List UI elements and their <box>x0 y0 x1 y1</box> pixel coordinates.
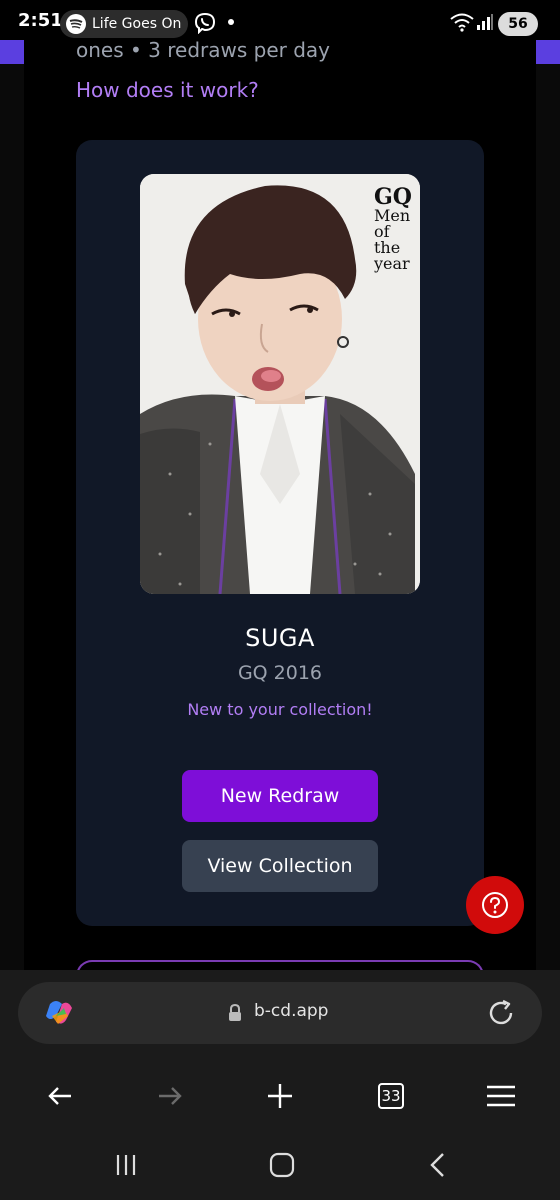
photocard-image: GQ Men of the year <box>140 174 420 594</box>
side-gutter-left <box>0 64 24 970</box>
lock-icon <box>228 1003 242 1026</box>
card-member-name: SUGA <box>245 624 315 652</box>
new-to-collection-badge: New to your collection! <box>187 700 373 719</box>
status-time: 2:51 <box>18 10 63 31</box>
notification-dot <box>228 19 234 25</box>
card-era: GQ 2016 <box>237 662 323 684</box>
chevron-left-icon <box>430 1153 444 1177</box>
draw-result-card: GQ Men of the year SUGA GQ 2016 New to y… <box>76 140 484 926</box>
how-it-works-link[interactable]: How does it work? <box>76 78 259 102</box>
media-notification-pill[interactable]: Life Goes On <box>60 10 188 38</box>
forward-button[interactable] <box>150 1076 190 1116</box>
url-text: b-cd.app <box>254 1001 329 1021</box>
address-bar[interactable]: b-cd.app <box>18 982 542 1044</box>
redraw-info-text: ones • 3 redraws per day <box>76 38 330 62</box>
side-gutter-right <box>536 64 560 970</box>
edge-strip-left <box>0 40 24 64</box>
arrow-right-icon <box>159 1087 182 1105</box>
question-icon <box>482 892 508 918</box>
viber-icon <box>194 12 216 35</box>
home-icon <box>269 1152 295 1178</box>
arrow-left-icon <box>48 1087 71 1105</box>
battery-indicator: 56 <box>498 12 538 36</box>
back-button[interactable] <box>40 1076 80 1116</box>
new-redraw-button[interactable]: New Redraw <box>182 770 378 822</box>
tabs-count: 33 <box>378 1083 404 1109</box>
browser-toolbar: b-cd.app 33 <box>0 970 560 1130</box>
system-back-button[interactable] <box>418 1148 458 1182</box>
new-tab-button[interactable] <box>260 1076 300 1116</box>
home-button[interactable] <box>262 1148 302 1182</box>
magazine-logo: GQ Men of the year <box>374 186 418 272</box>
help-button[interactable] <box>466 876 524 934</box>
media-title: Life Goes On <box>92 16 182 32</box>
plus-icon <box>268 1084 292 1108</box>
status-bar: 2:51 Life Goes On 56 <box>0 0 560 40</box>
menu-button[interactable] <box>481 1076 521 1116</box>
magazine-tagline: Men of the year <box>374 206 411 273</box>
recent-apps-icon <box>116 1155 136 1175</box>
copilot-icon[interactable] <box>42 996 76 1030</box>
recent-apps-button[interactable] <box>106 1148 146 1182</box>
signal-icon <box>476 13 494 35</box>
reload-icon[interactable] <box>486 998 516 1032</box>
magazine-brand: GQ <box>374 184 412 210</box>
hamburger-menu-icon <box>487 1085 515 1107</box>
wifi-icon <box>450 12 474 36</box>
tabs-button[interactable]: 33 <box>371 1076 411 1116</box>
spotify-icon <box>66 14 86 34</box>
edge-strip-right <box>536 40 560 64</box>
system-navigation-bar <box>0 1130 560 1200</box>
browser-nav-row: 33 <box>0 1070 560 1120</box>
view-collection-button[interactable]: View Collection <box>182 840 378 892</box>
